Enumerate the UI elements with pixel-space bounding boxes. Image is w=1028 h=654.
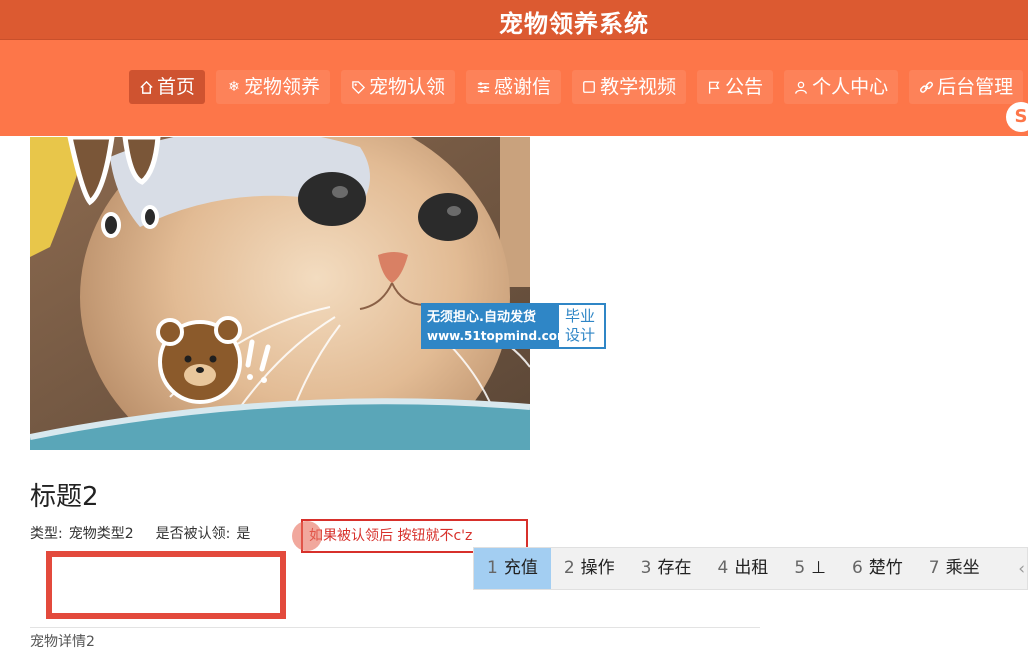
candidate-number: 3 xyxy=(640,558,652,578)
candidate-text: 乘坐 xyxy=(945,558,980,578)
ime-candidate[interactable]: 5 ⊥ xyxy=(781,548,839,589)
candidate-text: 楚竹 xyxy=(868,558,903,578)
ime-candidate[interactable]: 3 存在 xyxy=(628,548,705,589)
pet-detail: 宠物详情2 xyxy=(30,634,95,650)
nav-item-label: 宠物领养 xyxy=(244,76,321,98)
candidate-number: 2 xyxy=(563,558,575,578)
tag-icon xyxy=(351,80,367,95)
watermark-side: 毕业 设计 xyxy=(559,305,604,347)
nav-item-label: 后台管理 xyxy=(937,76,1014,98)
candidate-text: 存在 xyxy=(657,558,692,578)
ime-candidate[interactable]: 2 操作 xyxy=(551,548,628,589)
candidate-number: 5 xyxy=(794,558,806,578)
watermark-text: 无须担心.自动发货 www.51topmind.com xyxy=(423,305,570,347)
candidate-number: 4 xyxy=(717,558,729,578)
home-icon xyxy=(139,80,155,95)
link-icon xyxy=(919,80,935,95)
nav-item-adopt[interactable]: ❄ 宠物领养 xyxy=(216,70,331,104)
nav-item-notice[interactable]: 公告 xyxy=(697,70,774,104)
square-icon xyxy=(582,80,598,94)
ime-candidate[interactable]: 4 出租 xyxy=(704,548,781,589)
nav-item-label: 感谢信 xyxy=(494,76,552,98)
nav-item-thanks[interactable]: 感谢信 xyxy=(466,70,562,104)
nav-item-videos[interactable]: 教学视频 xyxy=(572,70,687,104)
nav-item-home[interactable]: 首页 xyxy=(129,70,206,104)
section-divider xyxy=(30,627,760,628)
flag-icon xyxy=(707,80,723,95)
nav-item-label: 个人中心 xyxy=(812,76,889,98)
pet-meta: 类型: 宠物类型2 是否被认领: 是 xyxy=(30,523,250,543)
nav-item-claim[interactable]: 宠物认领 xyxy=(341,70,456,104)
claimed-value: 是 xyxy=(236,526,251,542)
snowflake-icon: ❄ xyxy=(228,79,240,95)
user-icon xyxy=(794,80,810,95)
candidate-number: 6 xyxy=(851,558,863,578)
ime-candidate[interactable]: 6 楚竹 xyxy=(839,548,916,589)
corner-badge[interactable]: S xyxy=(1006,102,1028,132)
candidate-text: 操作 xyxy=(580,558,615,578)
nav-item-label: 宠物认领 xyxy=(369,76,446,98)
highlight-box xyxy=(46,551,286,619)
ime-candidate[interactable]: 7 乘坐 xyxy=(916,548,993,589)
site-title: 宠物领养系统 xyxy=(499,10,649,38)
top-header: 宠物领养系统 xyxy=(0,0,1028,40)
nav-item-admin[interactable]: 后台管理 xyxy=(909,70,1024,104)
type-value: 宠物类型2 xyxy=(68,526,134,542)
claimed-label: 是否被认领: xyxy=(155,526,231,542)
nav-item-label: 公告 xyxy=(725,76,764,98)
nav-item-label: 首页 xyxy=(157,76,196,98)
candidate-number: 1 xyxy=(487,558,498,578)
watermark-url: www.51topmind.com xyxy=(427,329,570,343)
watermark-badge: 无须担心.自动发货 www.51topmind.com 毕业 设计 xyxy=(421,303,606,349)
candidate-text: 出租 xyxy=(734,558,769,578)
nav-item-label: 教学视频 xyxy=(600,76,677,98)
cursor-highlight xyxy=(292,521,322,551)
cat-image xyxy=(30,137,530,450)
chevron-left-icon[interactable]: ‹ xyxy=(1018,559,1027,579)
pet-photo xyxy=(30,137,530,450)
ime-candidate[interactable]: 1 充值 xyxy=(474,548,551,589)
candidate-number: 7 xyxy=(928,558,940,578)
watermark-side1: 毕业 xyxy=(565,307,596,325)
watermark-side2: 设计 xyxy=(565,326,596,344)
candidate-text: ⊥ xyxy=(811,558,826,578)
nav-item-profile[interactable]: 个人中心 xyxy=(784,70,899,104)
candidate-text: 充值 xyxy=(503,558,538,578)
pet-title: 标题2 xyxy=(30,482,99,512)
sliders-icon xyxy=(476,80,492,95)
ime-candidate-bar: 1 充值 2 操作 3 存在 4 出租 5 ⊥ 6 楚竹 7 乘坐 ‹ xyxy=(473,547,1028,590)
nav-menu: 首页 ❄ 宠物领养 宠物认领 感谢信 教学视频 公告 个人中心 后台管理 xyxy=(129,70,1024,104)
watermark-line1: 无须担心.自动发货 xyxy=(427,310,536,325)
main-navbar: 首页 ❄ 宠物领养 宠物认领 感谢信 教学视频 公告 个人中心 后台管理 S xyxy=(0,40,1028,136)
type-label: 类型: xyxy=(30,526,63,542)
